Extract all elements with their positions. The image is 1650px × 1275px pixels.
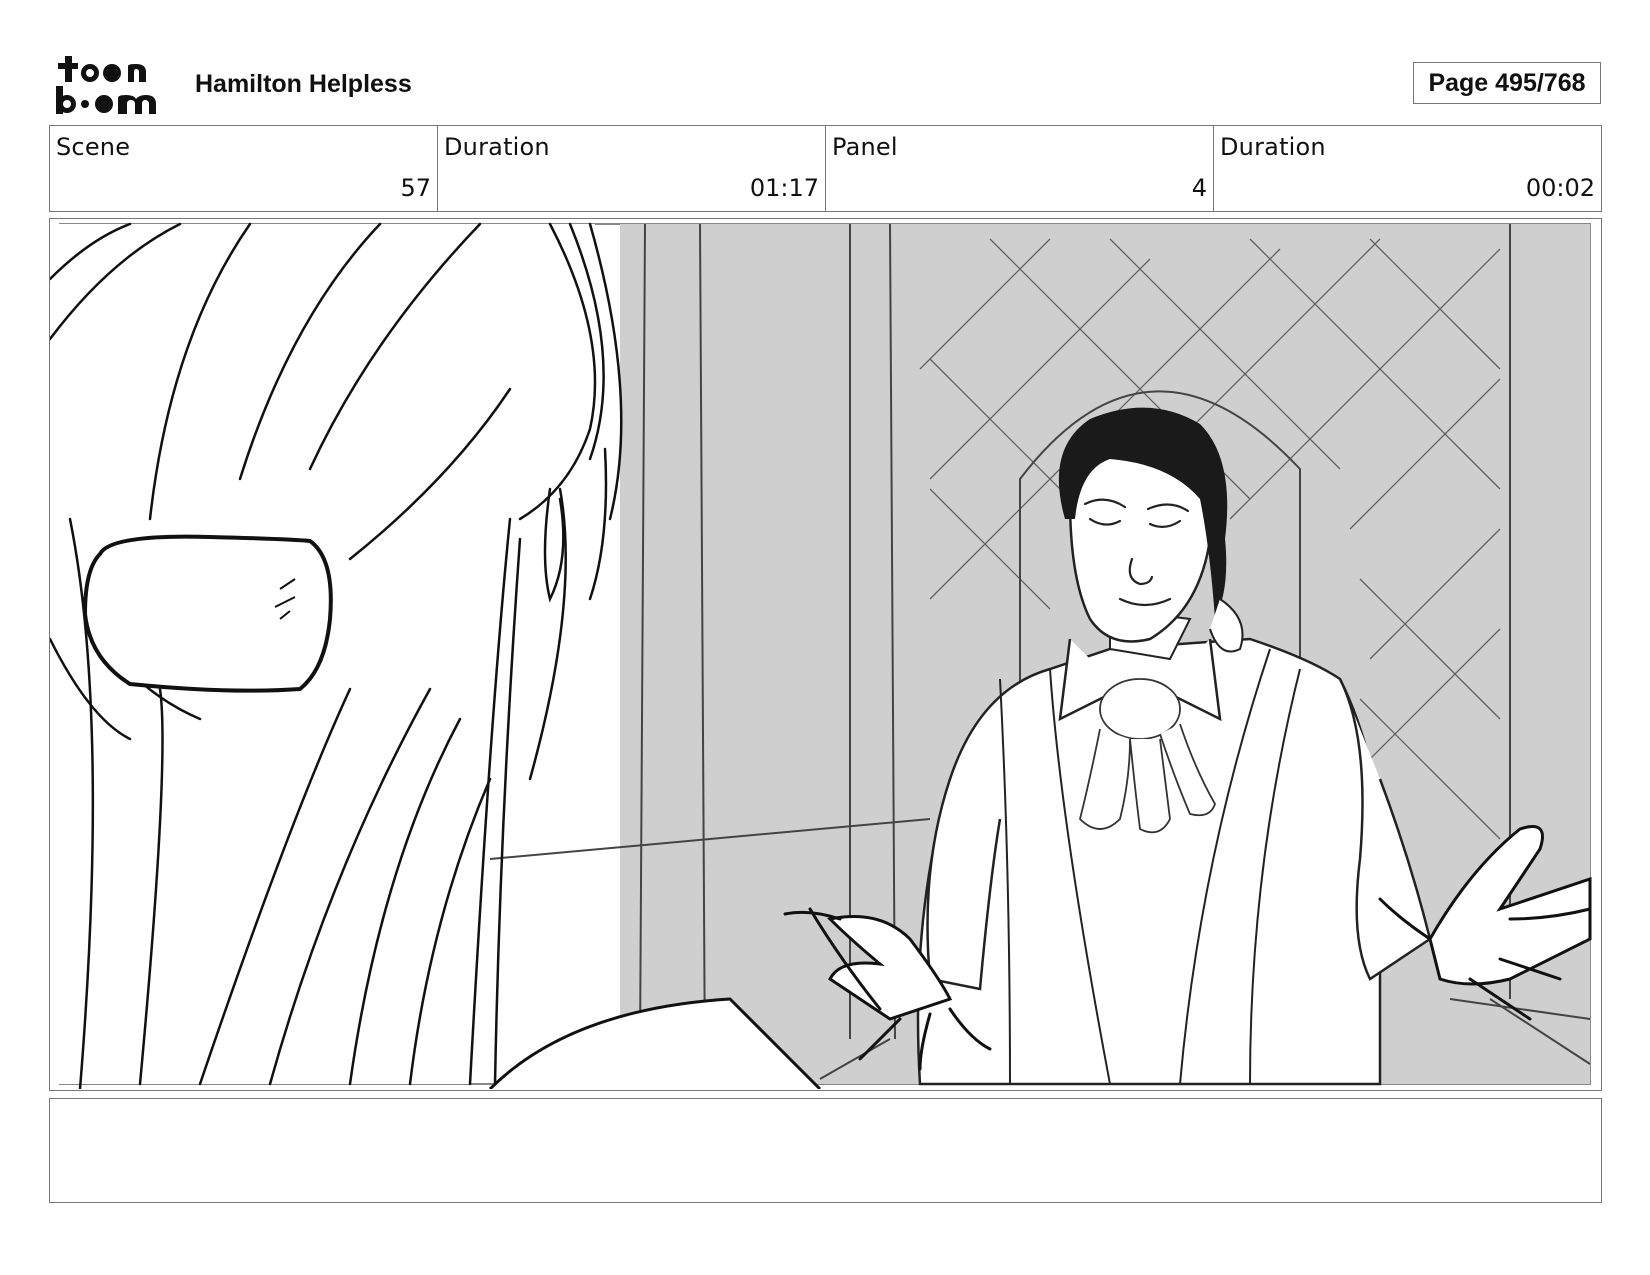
panel-caption-box [49,1098,1602,1203]
scene-duration-label: Duration [444,133,550,161]
panel-cell: Panel 4 [826,126,1214,211]
toonboom-logo-icon [54,54,172,116]
panel-value: 4 [1191,174,1207,202]
panel-label: Panel [832,133,898,161]
panel-duration-cell: Duration 00:02 [1214,126,1601,211]
storyboard-panel-image [49,218,1602,1091]
page-indicator: Page 495/768 [1413,62,1601,104]
scene-label: Scene [56,133,131,161]
scene-value: 57 [400,174,431,202]
panel-duration-label: Duration [1220,133,1326,161]
scene-cell: Scene 57 [50,126,438,211]
panel-info-row: Scene 57 Duration 01:17 Panel 4 Duration… [49,125,1602,212]
panel-duration-value: 00:02 [1525,174,1595,202]
storyboard-sketch [50,222,1592,1089]
scene-duration-cell: Duration 01:17 [438,126,826,211]
scene-duration-value: 01:17 [749,174,819,202]
project-title: Hamilton Helpless [195,70,412,98]
